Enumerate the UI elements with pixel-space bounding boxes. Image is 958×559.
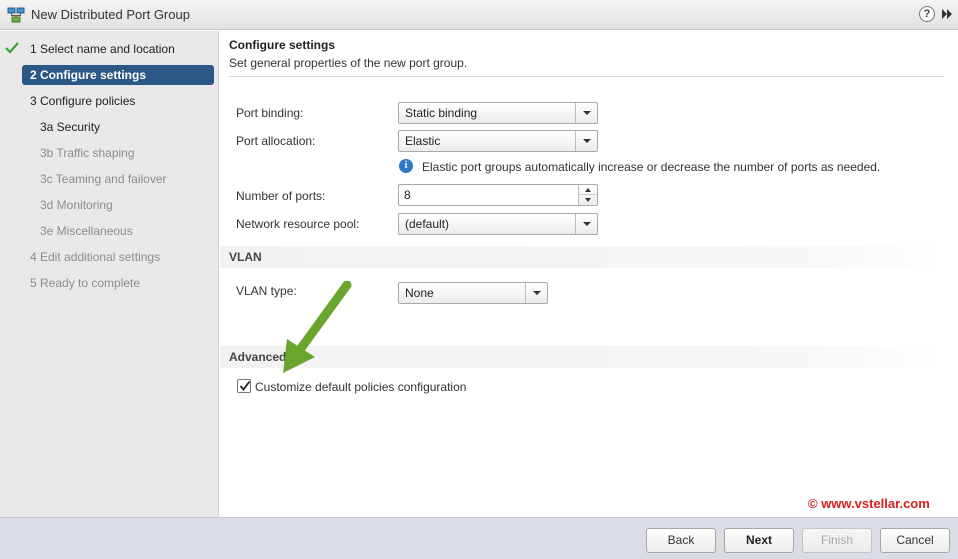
port-allocation-value: Elastic — [405, 134, 441, 148]
watermark: © www.vstellar.com — [808, 496, 930, 511]
port-allocation-label: Port allocation: — [236, 134, 316, 148]
port-binding-value: Static binding — [405, 106, 478, 120]
vlan-type-value: None — [405, 286, 434, 300]
chevron-down-icon — [525, 283, 547, 303]
chevron-down-icon — [575, 131, 597, 151]
customize-policies-checkbox[interactable] — [237, 379, 251, 393]
step-monitoring: 3d Monitoring — [40, 198, 113, 212]
vlan-section-header: VLAN — [220, 246, 944, 268]
stepper-buttons — [578, 185, 597, 205]
resource-pool-select[interactable]: (default) — [398, 213, 598, 235]
wizard-footer: Back Next Finish Cancel — [0, 517, 958, 559]
step-configure-policies[interactable]: 3 Configure policies — [22, 91, 214, 111]
cancel-button[interactable]: Cancel — [880, 528, 950, 553]
info-icon: i — [399, 159, 413, 173]
chevron-down-icon — [575, 103, 597, 123]
step-ready-to-complete: 5 Ready to complete — [30, 276, 141, 290]
step-security[interactable]: 3a Security — [22, 117, 214, 137]
wizard-steps-sidebar: 1 Select name and location 2 Configure s… — [0, 31, 219, 517]
network-portgroup-icon — [7, 7, 25, 23]
page-subtitle: Set general properties of the new port g… — [229, 56, 468, 70]
resource-pool-label: Network resource pool: — [236, 217, 360, 231]
port-binding-label: Port binding: — [236, 106, 304, 120]
next-button[interactable]: Next — [724, 528, 794, 553]
window-title: New Distributed Port Group — [31, 7, 190, 22]
step-teaming-failover: 3c Teaming and failover — [40, 172, 167, 186]
elastic-info-text: Elastic port groups automatically increa… — [422, 160, 881, 174]
finish-button: Finish — [802, 528, 872, 553]
port-allocation-select[interactable]: Elastic — [398, 130, 598, 152]
double-chevron-right-icon[interactable] — [940, 7, 954, 21]
vlan-type-select[interactable]: None — [398, 282, 548, 304]
vlan-section-title: VLAN — [229, 250, 262, 264]
number-of-ports-value: 8 — [404, 188, 411, 202]
number-of-ports-label: Number of ports: — [236, 189, 326, 203]
number-of-ports-stepper[interactable]: 8 — [398, 184, 598, 206]
help-icon[interactable]: ? — [919, 6, 935, 22]
step-configure-settings[interactable]: 2 Configure settings — [22, 65, 214, 85]
header-divider — [229, 76, 944, 77]
green-arrow-annotation — [283, 281, 352, 373]
stepper-up-icon[interactable] — [579, 185, 597, 195]
chevron-down-icon — [575, 214, 597, 234]
checkmark-icon — [239, 380, 251, 391]
checkmark-icon — [5, 42, 19, 54]
step-miscellaneous: 3e Miscellaneous — [40, 224, 133, 238]
resource-pool-value: (default) — [405, 217, 450, 231]
back-button[interactable]: Back — [646, 528, 716, 553]
page-title: Configure settings — [229, 38, 336, 52]
title-bar: New Distributed Port Group ? — [0, 0, 958, 30]
settings-panel: Configure settings Set general propertie… — [220, 31, 958, 517]
customize-policies-label[interactable]: Customize default policies configuration — [255, 380, 466, 394]
port-binding-select[interactable]: Static binding — [398, 102, 598, 124]
stepper-down-icon[interactable] — [579, 195, 597, 205]
step-edit-additional-settings: 4 Edit additional settings — [30, 250, 161, 264]
step-traffic-shaping: 3b Traffic shaping — [40, 146, 135, 160]
step-select-name-location[interactable]: 1 Select name and location — [22, 39, 214, 59]
